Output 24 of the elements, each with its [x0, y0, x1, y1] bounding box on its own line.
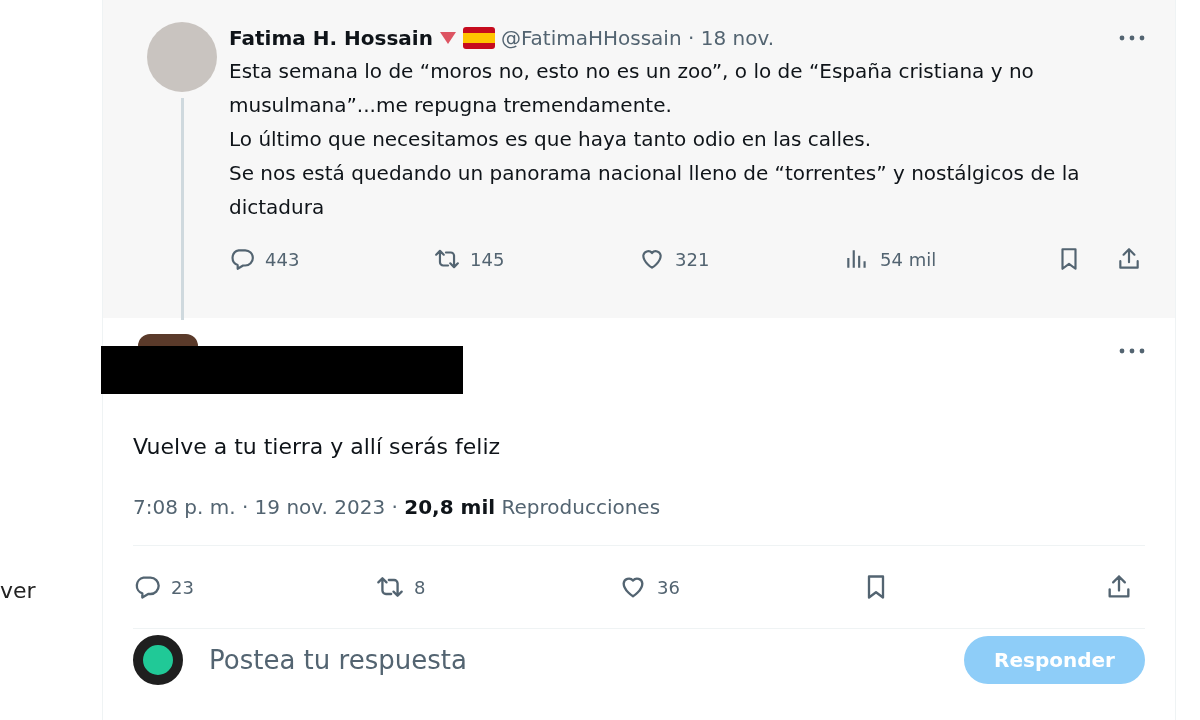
stat-count: 23	[171, 576, 194, 598]
post-timestamp-and-views: 7:08 p. m. · 19 nov. 2023 · 20,8 mil Reproducciones	[133, 495, 1145, 546]
post-text: Se nos está quedando un panorama nacional lleno de “torrentes” y nostálgicos de la dictadura	[229, 160, 1081, 221]
avatar[interactable]	[138, 334, 198, 346]
post-text: Esta semana lo de “moros no, esto no es un zoo”, o lo de “España cristiana y no musulmana”...me repugna tremendamente.	[229, 58, 1035, 119]
stat-count: 145	[470, 248, 505, 270]
reply-field[interactable]: Postea tu respuesta	[207, 644, 941, 676]
flag-icon	[462, 27, 495, 49]
avatar[interactable]	[133, 635, 183, 685]
cut-off-text: ver	[0, 578, 36, 603]
stat-count: 321	[675, 248, 710, 270]
triangle-icon	[438, 31, 457, 45]
handle-and-date[interactable]: @FatimaHHossain · 18 nov.	[500, 26, 775, 50]
stat-count: 36	[657, 576, 680, 598]
more-options-icon[interactable]	[1119, 35, 1145, 41]
post-text: Lo último que necesitamos es que haya tanto odio en las calles.	[229, 126, 873, 153]
speech-bubble-icon[interactable]	[229, 246, 255, 272]
post-text: Vuelve a tu tierra y allí serás feliz	[133, 434, 502, 459]
share-icon[interactable]	[1116, 246, 1142, 272]
stat-count: 8	[414, 576, 426, 598]
stat-count: 54 mil	[880, 248, 937, 270]
more-options-icon[interactable]	[1119, 348, 1145, 354]
stat-count: 443	[265, 248, 300, 270]
author-name[interactable]: Fatima H. Hossain	[229, 26, 433, 50]
